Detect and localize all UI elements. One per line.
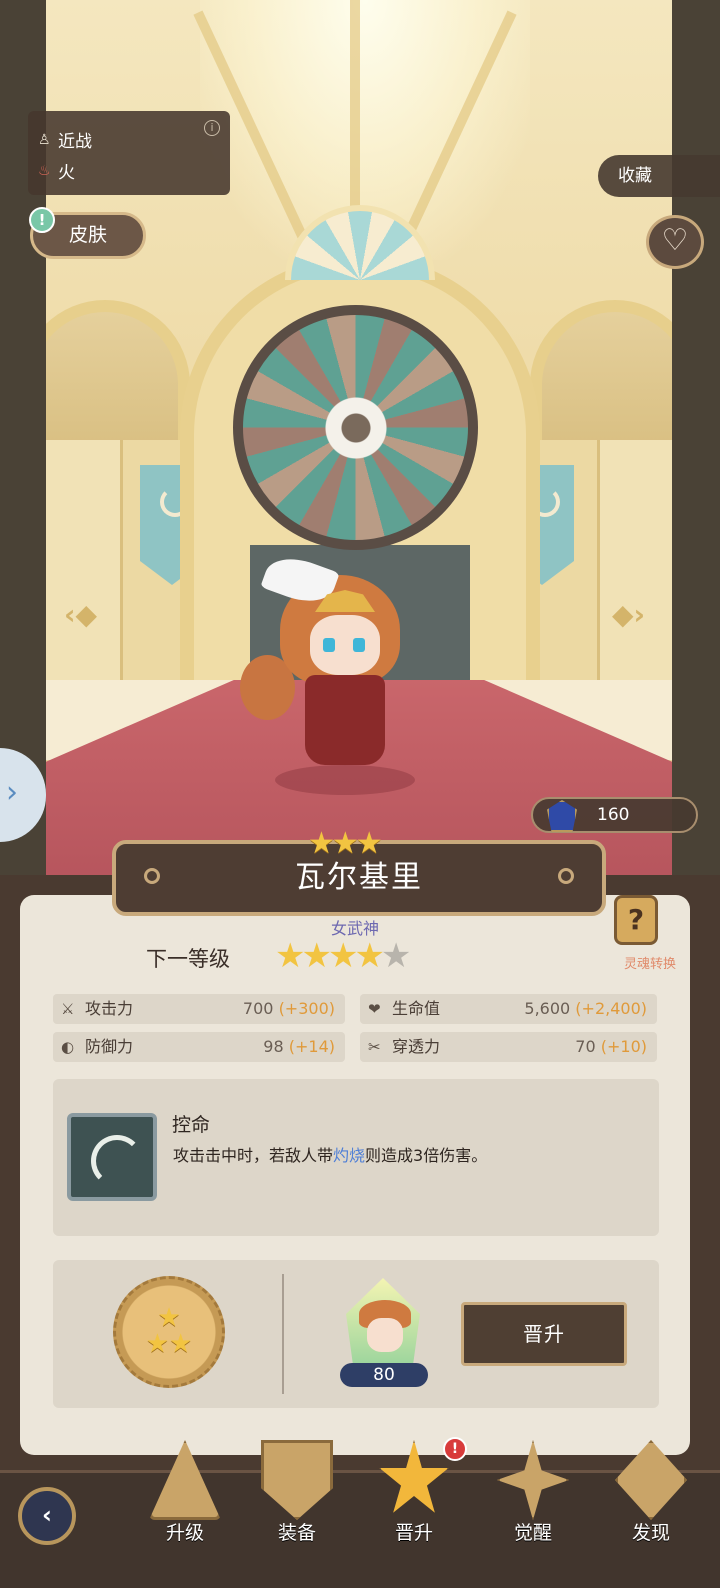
attack-type-row: ♙ 近战 [38,124,230,155]
promote-icon [379,1440,449,1513]
medal-stars: ★ ★★ [145,1303,193,1359]
star-medal-icon: ★ ★★ [113,1276,225,1388]
promote-box: ★ ★★ 80 晋升 [53,1260,659,1408]
gear-emblem [321,393,391,463]
stat-value: 70 [575,1037,596,1056]
hero-armor [305,675,385,765]
nav-equipment[interactable]: 装备 [247,1440,347,1570]
stat-defense: ◐ 防御力 98 (+14) [53,1032,345,1062]
bolt-icon [144,868,160,884]
stat-label: 生命值 [392,999,441,1018]
heart-icon: ♡ [661,223,689,258]
collect-button[interactable]: 收藏 [598,155,720,197]
next-star-rating: ★★★★★ [275,936,412,976]
awaken-icon [497,1440,569,1520]
promote-button[interactable]: 晋升 [461,1302,627,1366]
nav-label: 发现 [631,1522,670,1544]
hero-shadow [275,765,415,795]
stat-increase: (+10) [600,1037,647,1056]
nav-label: 升级 [165,1522,204,1544]
soul-convert-icon: ? [614,895,658,945]
stat-value: 98 [263,1037,284,1056]
promote-button-label: 晋升 [523,1322,565,1346]
equipment-icon [261,1440,333,1520]
stat-penetration: ✂ 穿透力 70 (+10) [360,1032,657,1062]
hero-eye [323,638,335,652]
notification-badge: ! [443,1437,467,1461]
skill-keyword[interactable]: 灼烧 [333,1146,365,1165]
bolt-icon [558,868,574,884]
empty-star-icon: ★ [380,936,412,976]
hero-sprite[interactable] [235,549,435,800]
hero-eye [353,638,365,652]
stat-hp: ❤ 生命值 5,600 (+2,400) [360,994,657,1024]
collect-button-label: 收藏 [618,166,652,186]
current-star-rating: ★★★ [308,826,383,861]
stat-increase: (+300) [278,999,335,1018]
stat-value-group: 700 (+300) [243,994,335,1024]
soul-convert-label: 灵魂转换 [624,957,677,972]
fragment-count: 80 [340,1363,428,1387]
hero-name: 瓦尔基里 [295,860,423,895]
stat-label: 防御力 [85,1037,134,1056]
shield-icon: ◐ [61,1038,75,1056]
stat-label: 穿透力 [392,1037,441,1056]
stat-increase: (+2,400) [575,999,647,1018]
skin-button[interactable]: ! 皮肤 [29,207,146,259]
skin-button-label: 皮肤 [68,224,107,246]
info-icon[interactable]: i [204,120,220,136]
nav-label: 觉醒 [513,1522,552,1544]
favorite-heart-button[interactable]: ♡ [646,215,704,269]
skill-description: 攻击击中时，若敌人带灼烧则造成3倍伤害。 [173,1142,487,1166]
stat-value-group: 5,600 (+2,400) [524,994,647,1024]
hero-info-panel: i ♙ 近战 ♨ 火 [28,111,230,195]
melee-icon: ♙ [38,131,51,148]
alert-icon: ! [29,207,55,233]
stat-label: 攻击力 [85,999,134,1018]
divider [282,1274,284,1394]
sword-icon: ⚔ [61,1000,75,1018]
fire-icon: ♨ [38,162,51,179]
discover-icon [615,1440,687,1520]
frame-right [672,0,720,895]
gem-counter: 160 [531,797,698,833]
skill-name: 控命 [172,1114,211,1136]
vortex-skill-icon[interactable] [67,1113,157,1201]
element-row: ♨ 火 [38,155,230,186]
attack-type-label: 近战 [58,132,92,152]
soul-convert-button[interactable]: ? 灵魂转换 [610,895,690,975]
gem-icon [547,800,577,832]
nav-awaken[interactable]: 觉醒 [483,1440,583,1570]
pierce-icon: ✂ [368,1038,381,1056]
stat-value: 5,600 [524,999,571,1018]
gem-count: 160 [597,805,630,825]
element-label: 火 [58,163,75,183]
stat-value-group: 98 (+14) [263,1032,335,1062]
skill-desc-prefix: 攻击击中时，若敌人带 [173,1146,334,1165]
stat-increase: (+14) [288,1037,335,1056]
next-level-label: 下一等级 [146,947,230,971]
nav-upgrade[interactable]: 升级 [135,1440,235,1570]
fragment-face [367,1318,403,1352]
back-button[interactable]: ‹ [18,1487,76,1545]
nav-label: 装备 [277,1522,316,1544]
skill-desc-suffix: 则造成3倍伤害。 [365,1146,488,1165]
stat-value: 700 [242,999,274,1018]
stat-value-group: 70 (+10) [575,1032,647,1062]
chevron-left-icon: ‹ [42,1501,52,1529]
chevron-right-icon: › [6,775,18,810]
hero-face [310,615,380,675]
stat-attack: ⚔ 攻击力 700 (+300) [53,994,345,1024]
nav-discover[interactable]: 发现 [601,1440,701,1570]
rose-window [233,305,478,550]
upgrade-icon [149,1440,221,1520]
prev-hero-arrow-icon[interactable]: ‹◆ [64,598,97,631]
heart-icon: ❤ [368,1000,381,1018]
nav-label: 晋升 [394,1522,433,1544]
next-hero-arrow-icon[interactable]: ◆› [612,598,645,631]
skill-box: 控命 攻击击中时，若敌人带灼烧则造成3倍伤害。 [53,1079,659,1236]
